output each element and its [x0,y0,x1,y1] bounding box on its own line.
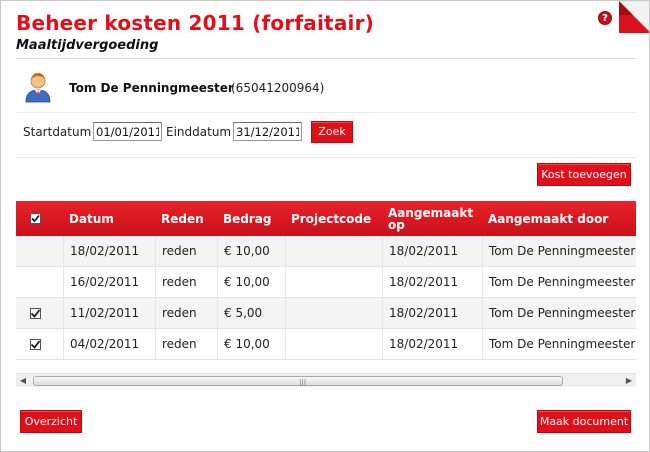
make-document-button[interactable]: Maak document [537,410,631,433]
scroll-left-icon[interactable]: ◀ [16,374,30,388]
search-button[interactable]: Zoek [311,121,353,143]
cell-bedrag: € 5,00 [217,298,285,328]
cell-bedrag: € 10,00 [217,236,285,266]
table-row[interactable]: 11/02/2011 reden € 5,00 18/02/2011 Tom De Pe… [16,298,636,329]
cell-aangemaakt-op: 18/02/2011 [382,236,482,266]
column-header-datum[interactable]: Datum [69,201,149,236]
cell-projectcode [285,298,382,328]
cell-aangemaakt-op: 18/02/2011 [382,267,482,297]
cell-bedrag: € 10,00 [217,329,285,359]
scrollbar-thumb[interactable]: ||| [33,376,563,386]
column-header-bedrag[interactable]: Bedrag [223,201,283,236]
user-divider [16,112,636,113]
start-date-input[interactable] [93,122,162,141]
cell-aangemaakt-door: Tom De Penningmeester [482,298,636,328]
cell-select [16,267,63,297]
column-header-aangemaakt-door[interactable]: Aangemaakt door [488,201,636,236]
row-checkbox[interactable] [30,339,41,350]
column-header-reden[interactable]: Reden [161,201,216,236]
grip-icon: ||| [299,378,307,386]
cell-projectcode [285,267,382,297]
page-corner-fold-icon [619,1,649,33]
help-icon[interactable]: ? [598,11,612,25]
cell-select [16,329,63,359]
table-row[interactable]: 18/02/2011 reden € 10,00 18/02/2011 Tom De P… [16,236,636,267]
cell-reden: reden [155,236,217,266]
start-date-label: Startdatum [23,125,92,139]
cell-aangemaakt-door: Tom De Penningmeester [482,267,636,297]
app-frame: Beheer kosten 2011 (forfaitair) Maaltijd… [0,0,650,452]
cell-select [16,236,63,266]
cell-reden: reden [155,298,217,328]
cell-reden: reden [155,267,217,297]
end-date-label: Einddatum [166,125,232,139]
cell-aangemaakt-door: Tom De Penningmeester [482,236,636,266]
horizontal-scrollbar[interactable]: ◀ ||| ▶ [16,373,636,387]
cell-aangemaakt-op: 18/02/2011 [382,329,482,359]
table-header: Datum Reden Bedrag Projectcode Aangemaak… [16,201,636,236]
cell-bedrag: € 10,00 [217,267,285,297]
user-avatar-icon [25,73,51,103]
cell-projectcode [285,329,382,359]
user-id: (65041200964) [231,81,325,95]
cell-aangemaakt-op: 18/02/2011 [382,298,482,328]
cell-projectcode [285,236,382,266]
cell-datum: 11/02/2011 [63,298,155,328]
add-cost-button[interactable]: Kost toevoegen [537,163,631,186]
page-title: Beheer kosten 2011 (forfaitair) [16,11,374,35]
cell-reden: reden [155,329,217,359]
cell-select [16,298,63,328]
overview-button[interactable]: Overzicht [20,410,82,433]
user-name: Tom De Penningmeester [69,81,234,95]
cell-datum: 16/02/2011 [63,267,155,297]
search-divider [16,157,636,158]
cell-datum: 18/02/2011 [63,236,155,266]
column-header-aangemaakt-op[interactable]: Aangemaakt op [388,201,473,236]
title-divider [16,58,636,59]
table-row[interactable]: 16/02/2011 reden € 10,00 18/02/2011 Tom De P… [16,267,636,298]
scroll-right-icon[interactable]: ▶ [622,374,636,388]
row-checkbox[interactable] [30,308,41,319]
column-header-projectcode[interactable]: Projectcode [291,201,386,236]
end-date-input[interactable] [233,122,302,141]
page-subtitle: Maaltijdvergoeding [16,38,159,53]
cell-aangemaakt-door: Tom De Penningmeester [482,329,636,359]
select-all-checkbox[interactable] [30,213,41,224]
table-row[interactable]: 04/02/2011 reden € 10,00 18/02/2011 Tom De P… [16,329,636,360]
cell-datum: 04/02/2011 [63,329,155,359]
cost-table: Datum Reden Bedrag Projectcode Aangemaak… [16,201,636,371]
